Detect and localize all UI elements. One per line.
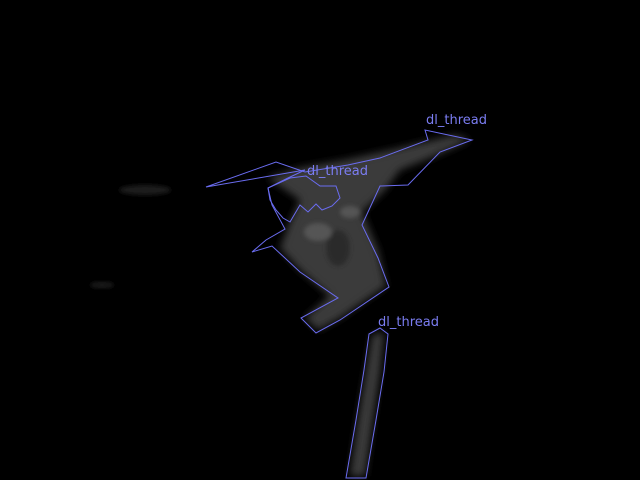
thread-blob xyxy=(268,135,470,476)
annotation-label-2: dl_thread xyxy=(307,164,368,179)
annotation-label-1: dl_thread xyxy=(426,113,487,128)
annotated-image xyxy=(90,129,474,479)
background-smudge xyxy=(119,185,171,195)
background-smudge xyxy=(90,282,114,288)
annotation-label-3: dl_thread xyxy=(378,315,439,330)
